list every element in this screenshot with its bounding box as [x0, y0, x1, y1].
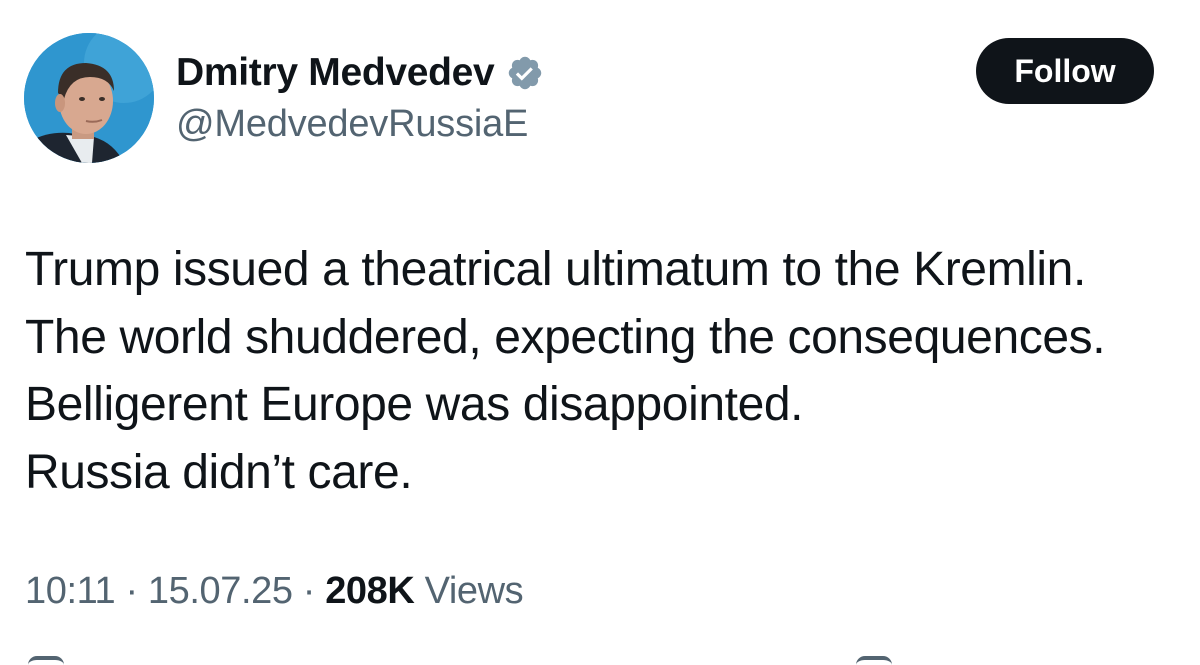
tweet-text-line: Trump issued a theatrical ultimatum to t… — [25, 243, 1086, 296]
tweet-text: Trump issued a theatrical ultimatum to t… — [25, 236, 1185, 506]
avatar-image — [24, 33, 154, 163]
author-handle[interactable]: @MedvedevRussiaE — [176, 103, 528, 146]
tweet-time[interactable]: 10:11 — [25, 570, 116, 612]
avatar[interactable] — [24, 33, 154, 163]
tweet-text-line: Russia didn’t care. — [25, 445, 413, 499]
action-bar — [0, 656, 1200, 665]
reply-icon[interactable] — [28, 656, 64, 665]
views-label[interactable]: Views — [425, 570, 524, 612]
author-name-row: Dmitry Medvedev — [176, 48, 544, 98]
follow-button[interactable]: Follow — [976, 38, 1154, 104]
tweet-card: Dmitry Medvedev @MedvedevRussiaE Follow … — [0, 0, 1200, 665]
tweet-meta: 10:11 · 15.07.25 · 208K Views — [25, 570, 524, 613]
views-count[interactable]: 208K — [325, 570, 415, 612]
author-display-name[interactable]: Dmitry Medvedev — [176, 51, 495, 95]
bookmark-icon[interactable] — [856, 656, 892, 665]
tweet-text-line: Belligerent Europe was disappointed. — [25, 378, 804, 431]
tweet-date[interactable]: 15.07.25 — [148, 570, 293, 612]
meta-separator: · — [125, 570, 148, 612]
meta-separator: · — [302, 570, 326, 612]
verified-badge-icon[interactable] — [506, 54, 544, 92]
tweet-text-line: The world shuddered, expecting the conse… — [25, 310, 1106, 364]
